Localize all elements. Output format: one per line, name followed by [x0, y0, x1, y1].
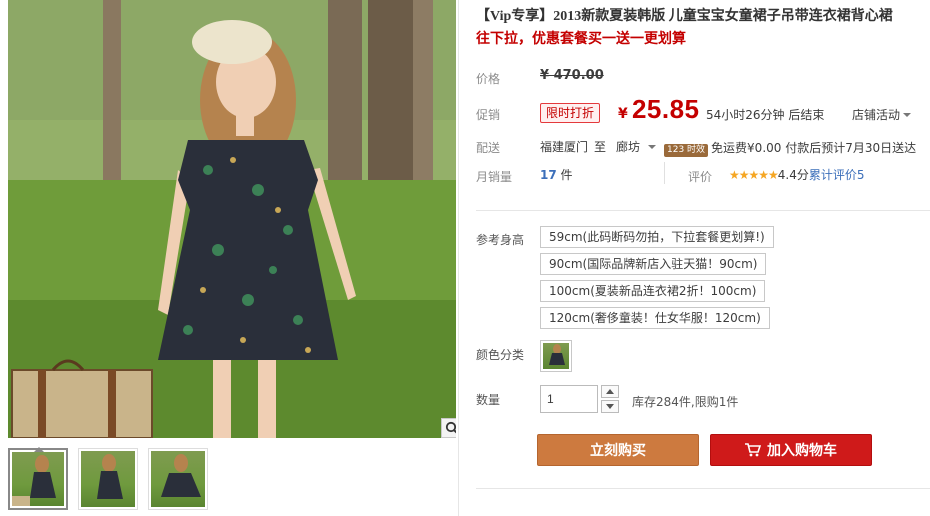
shipping-detail: 123 时效 免运费¥0.00 付款后预计7月30日送达 [664, 139, 916, 157]
product-title: 【Vip专享】2013新款夏装韩版 儿童宝宝女童裙子吊带连衣裙背心裙 [476, 9, 893, 24]
sale-label: 促销 [476, 108, 501, 122]
rating: ★★★★★4.4分累计评价5 [729, 166, 865, 183]
stock-text: 库存284件,限购1件 [632, 395, 739, 409]
monthly-sales: 17 件 [540, 166, 573, 183]
chevron-down-icon [606, 404, 614, 409]
price-label: 价格 [476, 72, 501, 86]
add-to-cart-label: 加入购物车 [767, 443, 837, 459]
original-price: ¥ 470.00 [540, 68, 604, 83]
store-activity-label: 店铺活动 [852, 108, 901, 122]
timely-badge: 123 时效 [664, 144, 709, 157]
currency-symbol: ¥ [618, 106, 628, 122]
size-option-90[interactable]: 90cm(国际品牌新店入驻天猫！90cm) [540, 253, 767, 275]
thumbnail-list [8, 447, 208, 514]
bottom-divider [476, 488, 930, 489]
chevron-down-icon [648, 145, 657, 153]
stat-divider [664, 162, 665, 184]
shipping-fee-text: 免运费¥0.00 付款后预计7月30日送达 [711, 141, 917, 155]
thumbnail-image [97, 454, 123, 499]
limited-discount-tag: 限时打折 [540, 103, 601, 123]
thumbnail-image [161, 454, 201, 497]
color-swatch-image [549, 344, 565, 365]
ship-to-dropdown[interactable]: 廊坊 [616, 138, 657, 155]
buy-now-button[interactable]: 立刻购买 [537, 434, 699, 466]
size-label: 参考身高 [476, 233, 525, 247]
column-divider [458, 0, 459, 516]
monthly-sales-unit: 件 [560, 168, 573, 182]
add-to-cart-button[interactable]: 加入购物车 [710, 434, 872, 466]
rating-score: 4.4分 [777, 168, 809, 182]
product-gallery [0, 0, 460, 516]
chevron-up-icon [606, 389, 614, 394]
countdown-text: 54小时26分钟 后结束 [706, 108, 825, 122]
quantity-increase-button[interactable] [601, 385, 619, 398]
ship-to-city: 廊坊 [616, 140, 641, 154]
thumbnail-image [12, 455, 56, 506]
shipping-label: 配送 [476, 141, 501, 155]
store-activity-dropdown[interactable]: 店铺活动 [852, 106, 912, 123]
quantity-decrease-button[interactable] [601, 400, 619, 413]
current-price-value: 25.85 [631, 94, 700, 124]
quantity-input[interactable] [540, 385, 598, 413]
size-option-100[interactable]: 100cm(夏装新品连衣裙2折！100cm) [540, 280, 766, 302]
color-label: 颜色分类 [476, 348, 525, 362]
shopping-cart-icon [745, 443, 761, 457]
promo-line[interactable]: 往下拉，优惠套餐买一送一更划算 [476, 28, 686, 50]
magnifier-icon [445, 421, 456, 434]
monthly-sales-count: 17 [540, 168, 557, 182]
rating-label: 评价 [688, 170, 713, 184]
section-divider [476, 210, 930, 211]
monthly-sales-label: 月销量 [476, 170, 513, 184]
buy-now-label: 立刻购买 [590, 443, 646, 459]
zoom-button[interactable] [441, 418, 456, 438]
original-price-value: ¥ 470.00 [540, 68, 604, 83]
quantity-label: 数量 [476, 393, 501, 407]
thumbnail-2[interactable] [78, 448, 138, 510]
size-option-120[interactable]: 120cm(奢侈童装！仕女华服！120cm) [540, 307, 770, 329]
size-option-59[interactable]: 59cm(此码断码勿拍，下拉套餐更划算!) [540, 226, 774, 248]
review-count-link[interactable]: 累计评价5 [809, 168, 865, 182]
sale-tag-wrap: 限时打折 [540, 103, 601, 123]
main-product-photo[interactable] [8, 0, 456, 438]
ship-from: 福建厦门 [540, 140, 589, 154]
color-swatch[interactable] [540, 340, 572, 372]
thumbnail-1[interactable] [8, 447, 68, 510]
thumbnail-3[interactable] [148, 448, 208, 510]
girl-in-dress-image [8, 0, 456, 438]
rating-stars: ★★★★★ [729, 168, 779, 182]
chevron-down-icon [903, 113, 912, 121]
current-price: ¥ 25.85 [618, 94, 700, 125]
ship-to-word: 至 [594, 140, 607, 154]
